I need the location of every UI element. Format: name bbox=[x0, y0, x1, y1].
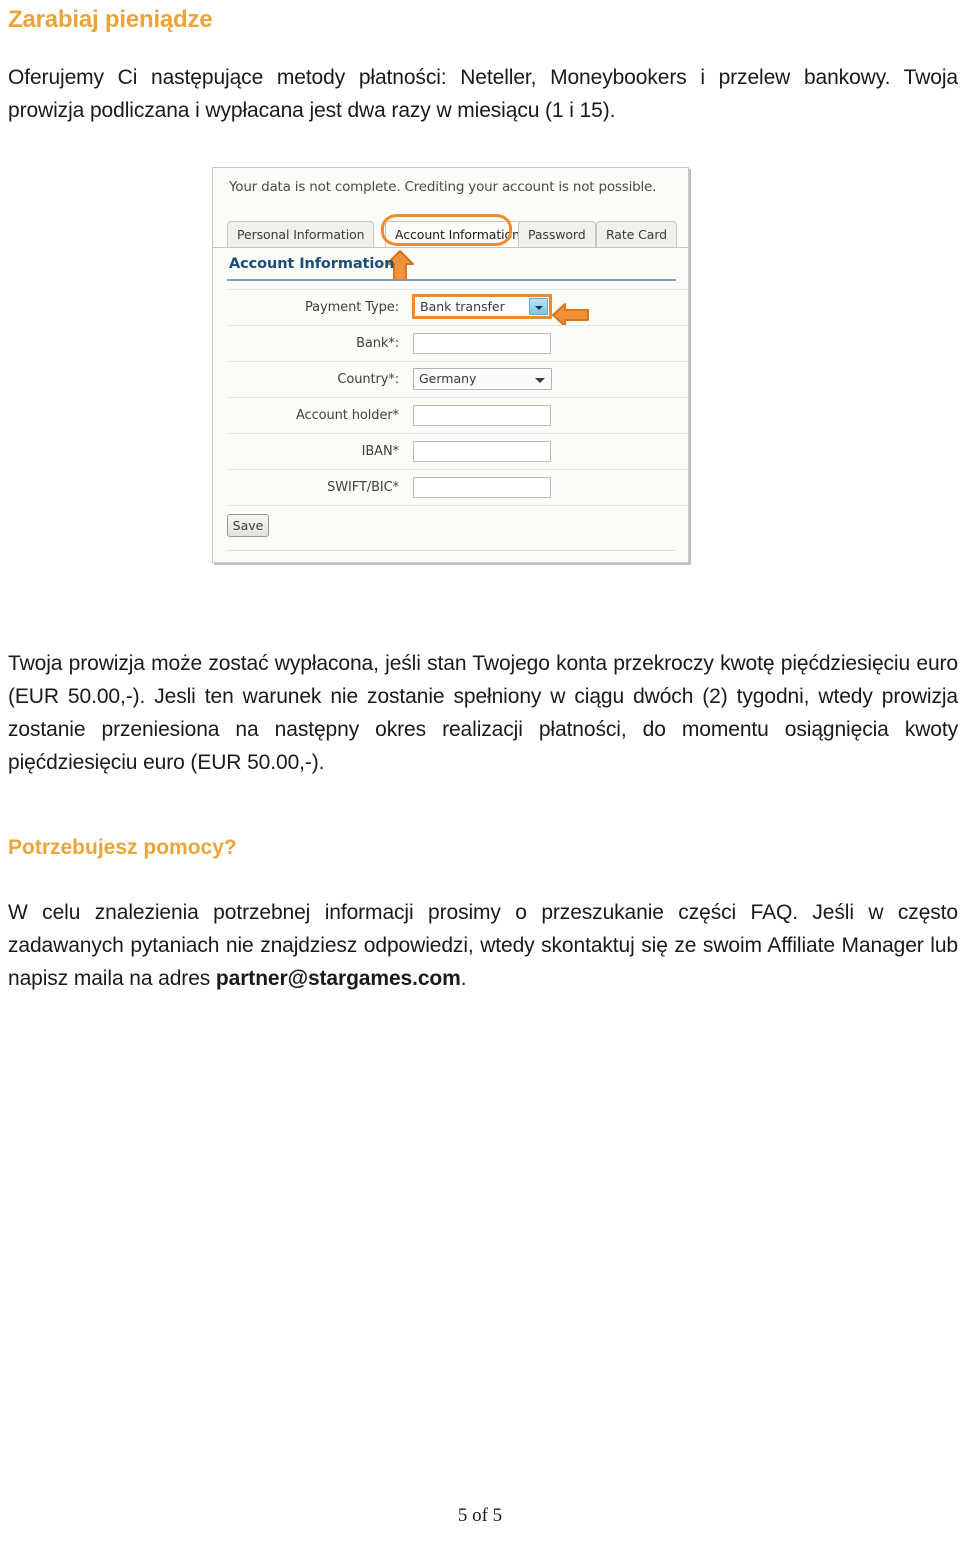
section-divider bbox=[227, 279, 676, 281]
label-swift-bic: SWIFT/BIC* bbox=[327, 480, 399, 495]
form-bottom-divider bbox=[227, 550, 676, 551]
tab-baseline bbox=[213, 247, 688, 248]
country-select[interactable]: Germany bbox=[413, 368, 552, 390]
page-number: 5 of 5 bbox=[457, 1505, 503, 1526]
label-bank: Bank*: bbox=[356, 336, 399, 351]
form-row-bank: Bank*: bbox=[227, 325, 688, 361]
help-text-part2: . bbox=[460, 967, 467, 990]
page-title: Zarabiaj pieniądze bbox=[8, 6, 213, 33]
form-row-iban: IBAN* bbox=[227, 433, 688, 469]
form-row-swift-bic: SWIFT/BIC* bbox=[227, 469, 688, 505]
help-paragraph: W celu znalezienia potrzebnej informacji… bbox=[8, 896, 958, 995]
form-row-actions bbox=[227, 505, 688, 545]
embedded-screenshot: Your data is not complete. Crediting you… bbox=[212, 167, 689, 563]
help-heading: Potrzebujesz pomocy? bbox=[8, 836, 237, 859]
label-payment-type: Payment Type: bbox=[305, 300, 399, 315]
bank-input[interactable] bbox=[413, 333, 551, 354]
chevron-down-icon[interactable] bbox=[529, 298, 548, 315]
notice-text: Your data is not complete. Crediting you… bbox=[229, 179, 657, 195]
label-country: Country*: bbox=[337, 372, 399, 387]
form-row-payment-type: Payment Type: Bank transfer bbox=[227, 289, 688, 325]
intro-paragraph: Oferujemy Ci następujące metody płatnośc… bbox=[8, 66, 958, 122]
payment-type-select[interactable]: Bank transfer bbox=[412, 294, 552, 319]
contact-email: partner@stargames.com bbox=[215, 967, 461, 990]
form-row-account-holder: Account holder* bbox=[227, 397, 688, 433]
commission-paragraph: Twoja prowizja może zostać wypłacona, je… bbox=[8, 652, 958, 774]
account-holder-input[interactable] bbox=[413, 405, 551, 426]
swift-bic-input[interactable] bbox=[413, 477, 551, 498]
help-text-part1: W celu znalezienia potrzebnej informacji… bbox=[8, 901, 958, 990]
form-row-country: Country*: Germany bbox=[227, 361, 688, 397]
save-button[interactable]: Save bbox=[227, 514, 269, 537]
label-iban: IBAN* bbox=[361, 444, 399, 459]
tab-rate-card[interactable]: Rate Card bbox=[596, 221, 677, 247]
label-account-holder: Account holder* bbox=[295, 408, 399, 423]
chevron-down-icon[interactable] bbox=[535, 378, 545, 383]
tab-bar: Personal Information Account Information… bbox=[213, 218, 688, 248]
section-heading: Account Information bbox=[229, 256, 395, 272]
iban-input[interactable] bbox=[413, 441, 551, 462]
tab-personal-information[interactable]: Personal Information bbox=[227, 221, 375, 247]
tab-password[interactable]: Password bbox=[518, 221, 596, 247]
tab-account-information[interactable]: Account Information bbox=[385, 221, 530, 247]
document-page: Zarabiaj pieniądze Oferujemy Ci następuj… bbox=[0, 0, 960, 1543]
